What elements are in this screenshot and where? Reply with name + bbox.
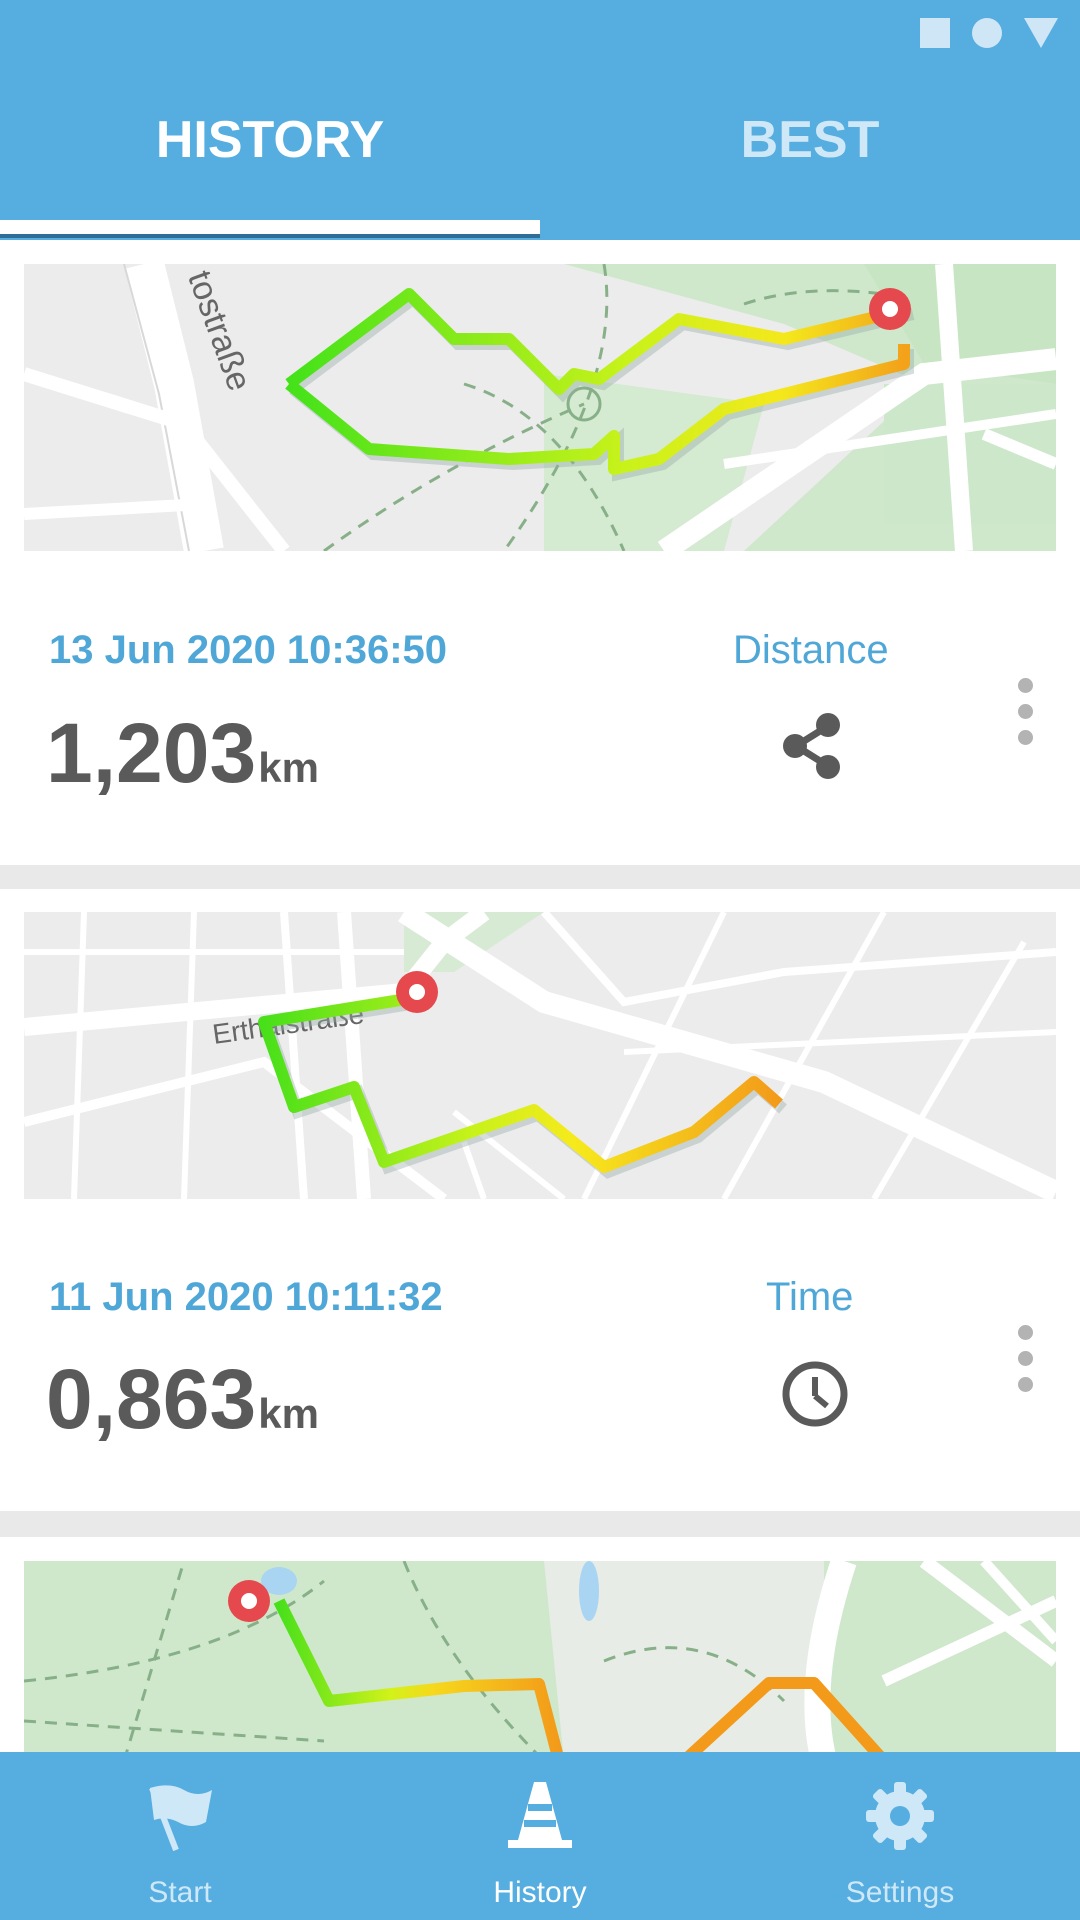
route-map[interactable]: Erthalstraße	[24, 912, 1056, 1199]
triangle-icon	[1024, 18, 1058, 48]
flag-icon	[144, 1780, 216, 1857]
nav-history[interactable]: History	[360, 1752, 720, 1920]
route-map-svg: Erthalstraße	[24, 912, 1056, 1199]
route-map-svg	[24, 1561, 1056, 1761]
entry-date: 11 Jun 2020 10:11:32	[49, 1275, 443, 1319]
share-icon[interactable]	[780, 712, 844, 785]
circle-icon	[972, 18, 1002, 48]
entry-date: 13 Jun 2020 10:36:50	[49, 628, 448, 672]
nav-start[interactable]: Start	[0, 1752, 360, 1920]
tab-history[interactable]: HISTORY	[0, 110, 540, 230]
history-entry-card[interactable]: Erthalstraße 11 Jun 2020 10:11:32 0,863k…	[0, 889, 1080, 1511]
more-options-button[interactable]	[1012, 1325, 1038, 1392]
more-dots-icon	[1017, 678, 1033, 693]
system-status-icons	[920, 18, 1058, 48]
gear-icon	[864, 1780, 936, 1857]
nav-settings-label: Settings	[845, 1876, 955, 1909]
bottom-navigation: Start History Settings	[0, 1752, 1080, 1920]
nav-history-label: History	[493, 1876, 587, 1909]
tab-best-label: BEST	[740, 111, 880, 169]
entry-distance: 1,203km	[46, 705, 319, 802]
route-map[interactable]: tostraße	[24, 264, 1056, 551]
active-tab-indicator-edge	[0, 234, 540, 238]
entry-distance: 0,863km	[46, 1351, 319, 1448]
route-map[interactable]	[24, 1561, 1056, 1761]
distance-unit: km	[258, 1390, 319, 1437]
tab-best[interactable]: BEST	[540, 110, 1080, 230]
distance-value: 1,203	[46, 706, 257, 800]
nav-settings[interactable]: Settings	[720, 1752, 1080, 1920]
clock-icon[interactable]	[780, 1359, 850, 1434]
history-entry-card[interactable]: tostraße 13 Jun 2020 10:36:50 1,203km Di…	[0, 240, 1080, 865]
app-header: HISTORY BEST	[0, 0, 1080, 240]
tab-history-label: HISTORY	[155, 111, 385, 169]
route-map-svg: tostraße	[24, 264, 1056, 551]
square-icon	[920, 18, 950, 48]
cone-icon	[504, 1780, 576, 1857]
more-options-button[interactable]	[1012, 678, 1038, 745]
metric-label: Time	[766, 1275, 854, 1319]
distance-unit: km	[258, 744, 319, 791]
metric-label: Distance	[733, 628, 889, 672]
distance-value: 0,863	[46, 1352, 257, 1446]
more-dots-icon	[1017, 1325, 1033, 1340]
tab-bar: HISTORY BEST	[0, 110, 1080, 230]
active-tab-indicator	[0, 220, 540, 234]
nav-start-label: Start	[148, 1876, 212, 1909]
